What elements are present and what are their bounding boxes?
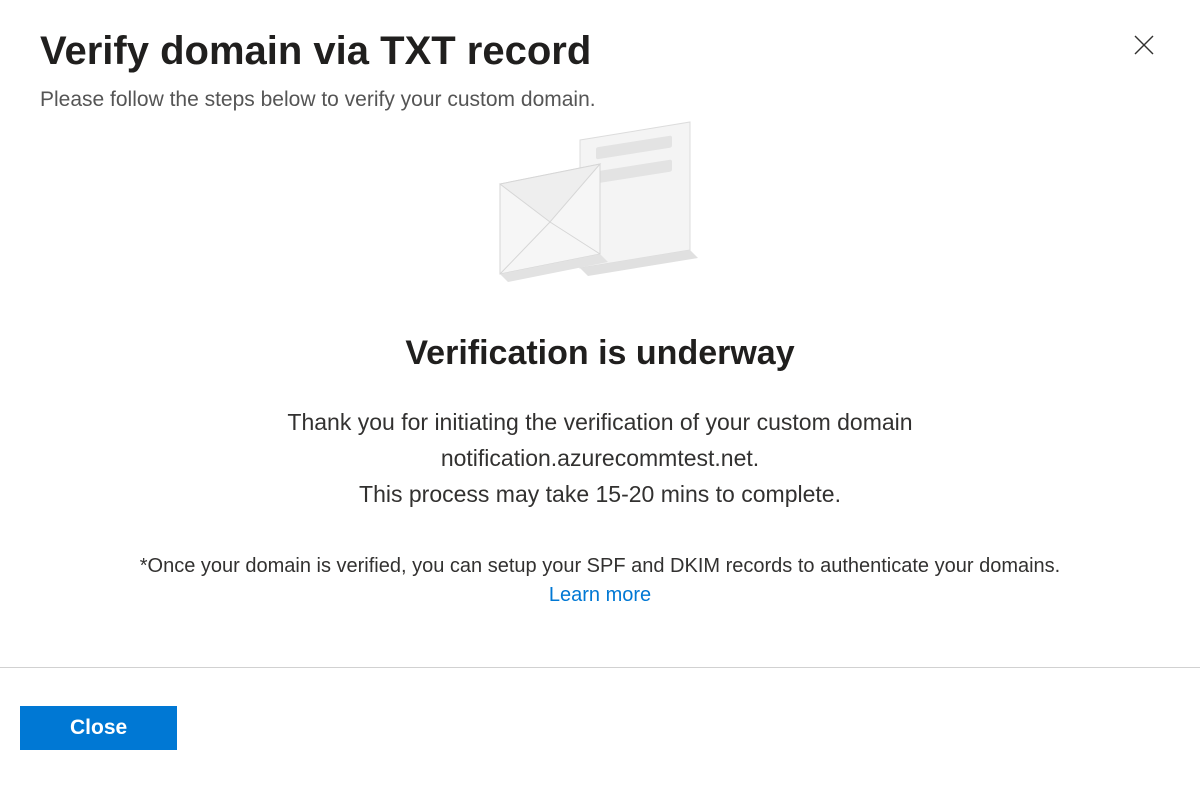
mail-illustration: [480, 114, 720, 294]
dialog-body[interactable]: Verification is underway Thank you for i…: [0, 114, 1200, 667]
learn-more-link[interactable]: Learn more: [40, 584, 1160, 607]
close-button[interactable]: Close: [20, 706, 177, 750]
close-icon-button[interactable]: [1128, 30, 1160, 62]
domain-name: notification.azurecommtest.net.: [441, 445, 759, 471]
content-area: Verification is underway Thank you for i…: [0, 114, 1200, 637]
close-icon: [1132, 33, 1156, 60]
status-text: Thank you for initiating the verificatio…: [150, 405, 1050, 512]
dialog-header: Verify domain via TXT record Please foll…: [0, 0, 1200, 114]
dialog-subtitle: Please follow the steps below to verify …: [40, 85, 1160, 114]
dialog-title: Verify domain via TXT record: [40, 27, 1160, 75]
thank-you-line: Thank you for initiating the verificatio…: [287, 409, 912, 435]
post-verify-note: *Once your domain is verified, you can s…: [40, 552, 1160, 580]
process-time: This process may take 15-20 mins to comp…: [359, 481, 841, 507]
dialog-footer: Close: [0, 667, 1200, 788]
status-heading: Verification is underway: [40, 334, 1160, 373]
verify-domain-dialog: Verify domain via TXT record Please foll…: [0, 0, 1200, 788]
